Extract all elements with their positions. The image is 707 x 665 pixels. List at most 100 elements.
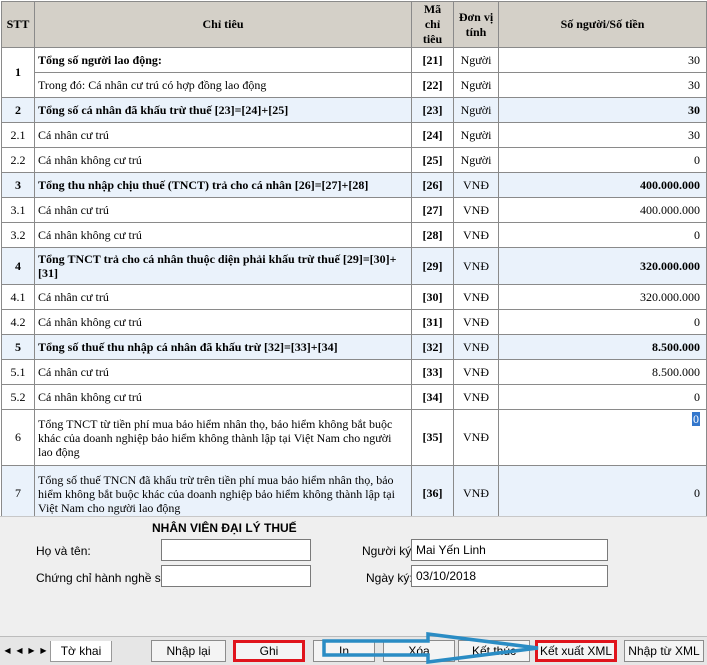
header-ma-chi-tieu: Mã chỉ tiêu <box>411 1 454 48</box>
desc-cell: Tổng TNCT trả cho cá nhân thuộc diện phả… <box>34 247 412 285</box>
desc-cell: Cá nhân không cư trú <box>34 384 412 410</box>
table-row: 2.1 Cá nhân cư trú [24] Người 30 <box>1 122 707 148</box>
value-cell-36[interactable]: 0 <box>498 465 707 522</box>
value-cell-21[interactable]: 30 <box>498 47 707 73</box>
value-cell-35[interactable]: 0 <box>498 409 707 466</box>
value-cell-26: 400.000.000 <box>498 172 707 198</box>
signer-field[interactable]: Mai Yến Linh <box>411 539 608 561</box>
value-cell-30[interactable]: 320.000.000 <box>498 284 707 310</box>
first-sheet-icon[interactable]: ◀ <box>2 645 13 657</box>
table-row: 5 Tổng số thuế thu nhập cá nhân đã khấu … <box>1 334 707 360</box>
name-field[interactable] <box>161 539 311 561</box>
selected-value-text[interactable]: 0 <box>692 412 700 426</box>
unit-cell: VNĐ <box>453 172 499 198</box>
value-cell-31[interactable]: 0 <box>498 309 707 335</box>
reset-button[interactable]: Nhập lại <box>151 640 226 662</box>
sign-date-field[interactable]: 03/10/2018 <box>411 565 608 587</box>
value-cell-23: 30 <box>498 97 707 123</box>
code-cell: [36] <box>411 465 454 522</box>
desc-cell: Tổng thu nhập chịu thuế (TNCT) trả cho c… <box>34 172 412 198</box>
value-cell-27[interactable]: 400.000.000 <box>498 197 707 223</box>
stt-cell: 7 <box>1 465 35 522</box>
declaration-table-area: STT Chỉ tiêu Mã chỉ tiêu Đơn vị tính Số … <box>0 0 707 522</box>
value-cell-25[interactable]: 0 <box>498 147 707 173</box>
unit-cell: VNĐ <box>453 222 499 248</box>
unit-cell: VNĐ <box>453 334 499 360</box>
certificate-field[interactable] <box>161 565 311 587</box>
value-cell-24[interactable]: 30 <box>498 122 707 148</box>
desc-cell: Cá nhân không cư trú <box>34 147 412 173</box>
desc-cell: Tổng số thuế thu nhập cá nhân đã khấu tr… <box>34 334 412 360</box>
table-row: 4.1 Cá nhân cư trú [30] VNĐ 320.000.000 <box>1 284 707 310</box>
tax-agent-title: NHÂN VIÊN ĐẠI LÝ THUẾ <box>152 521 297 535</box>
table-row: 3 Tổng thu nhập chịu thuế (TNCT) trả cho… <box>1 172 707 198</box>
table-row: 3.1 Cá nhân cư trú [27] VNĐ 400.000.000 <box>1 197 707 223</box>
stt-cell: 4 <box>1 247 35 285</box>
import-xml-button[interactable]: Nhập từ XML <box>624 640 704 662</box>
code-cell: [26] <box>411 172 454 198</box>
table-row: Trong đó: Cá nhân cư trú có hợp đồng lao… <box>2 72 707 98</box>
desc-cell: Cá nhân cư trú <box>34 284 412 310</box>
table-row: 2 Tổng số cá nhân đã khấu trừ thuế [23]=… <box>1 97 707 123</box>
stt-cell: 5.1 <box>1 359 35 385</box>
desc-cell: Cá nhân cư trú <box>34 197 412 223</box>
sign-date-label: Ngày ký: <box>366 571 413 585</box>
table-header-row: STT Chỉ tiêu Mã chỉ tiêu Đơn vị tính Số … <box>1 1 707 48</box>
unit-cell: Người <box>453 72 499 98</box>
code-cell: [28] <box>411 222 454 248</box>
stt-cell: 6 <box>1 409 35 466</box>
code-cell: [33] <box>411 359 454 385</box>
code-cell: [23] <box>411 97 454 123</box>
desc-cell: Cá nhân cư trú <box>34 122 412 148</box>
unit-cell: VNĐ <box>453 465 499 522</box>
table-row: 7 Tổng số thuế TNCN đã khấu trừ trên tiề… <box>1 465 707 522</box>
arrow-shape <box>322 632 539 664</box>
prev-sheet-icon[interactable]: ◀ <box>14 645 25 657</box>
code-cell: [29] <box>411 247 454 285</box>
last-sheet-icon[interactable]: ▶ <box>38 645 49 657</box>
code-cell: [32] <box>411 334 454 360</box>
value-cell-34[interactable]: 0 <box>498 384 707 410</box>
value-cell-28[interactable]: 0 <box>498 222 707 248</box>
table-row: 1 Tổng số người lao động: [21] Người 30 <box>1 47 707 98</box>
sheet-tab-to-khai[interactable]: Tờ khai <box>50 641 112 662</box>
unit-cell: Người <box>453 122 499 148</box>
code-cell: [27] <box>411 197 454 223</box>
desc-cell: Trong đó: Cá nhân cư trú có hợp đồng lao… <box>34 72 412 98</box>
save-button[interactable]: Ghi <box>233 640 305 662</box>
table-row: 5.2 Cá nhân không cư trú [34] VNĐ 0 <box>1 384 707 410</box>
arrow-annotation-icon <box>322 632 539 664</box>
stt-cell: 4.1 <box>1 284 35 310</box>
unit-cell: Người <box>453 147 499 173</box>
unit-cell: VNĐ <box>453 247 499 285</box>
stt-cell: 3 <box>1 172 35 198</box>
unit-cell: VNĐ <box>453 284 499 310</box>
value-cell-33[interactable]: 8.500.000 <box>498 359 707 385</box>
unit-cell: VNĐ <box>453 409 499 466</box>
code-cell: [25] <box>411 147 454 173</box>
signer-label: Người ký: <box>362 544 415 558</box>
stt-cell: 2.2 <box>1 147 35 173</box>
export-xml-button[interactable]: Kết xuất XML <box>535 640 617 662</box>
unit-cell: Người <box>453 97 499 123</box>
value-cell-22[interactable]: 30 <box>498 72 707 98</box>
stt-cell: 4.2 <box>1 309 35 335</box>
desc-cell: Tổng TNCT từ tiền phí mua bảo hiểm nhân … <box>34 409 412 466</box>
table-row: 5.1 Cá nhân cư trú [33] VNĐ 8.500.000 <box>1 359 707 385</box>
unit-cell: Người <box>453 47 499 73</box>
tax-agent-section: NHÂN VIÊN ĐẠI LÝ THUẾ Họ và tên: Chứng c… <box>0 516 707 637</box>
next-sheet-icon[interactable]: ▶ <box>26 645 37 657</box>
value-cell-32: 8.500.000 <box>498 334 707 360</box>
stt-cell: 2.1 <box>1 122 35 148</box>
table-row: 6 Tổng TNCT từ tiền phí mua bảo hiểm nhâ… <box>1 409 707 466</box>
certificate-label: Chứng chỉ hành nghề số: <box>36 571 171 585</box>
code-cell: [35] <box>411 409 454 466</box>
stt-cell: 2 <box>1 97 35 123</box>
value-cell-29: 320.000.000 <box>498 247 707 285</box>
desc-cell: Tổng số người lao động: <box>34 47 412 73</box>
stt-cell: 3.2 <box>1 222 35 248</box>
table-row: 4.2 Cá nhân không cư trú [31] VNĐ 0 <box>1 309 707 335</box>
desc-cell: Tổng số cá nhân đã khấu trừ thuế [23]=[2… <box>34 97 412 123</box>
name-label: Họ và tên: <box>36 544 91 558</box>
header-chi-tieu: Chỉ tiêu <box>34 1 412 48</box>
